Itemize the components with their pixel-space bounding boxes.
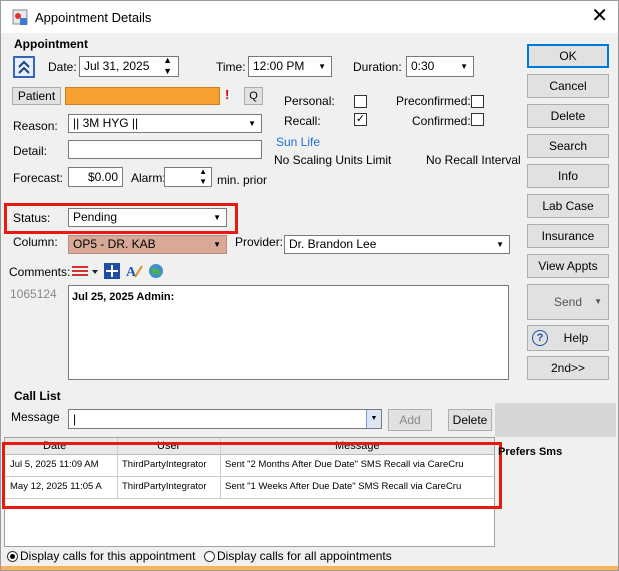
help-label: Help [563,331,589,345]
q-button[interactable]: Q [244,87,263,105]
message-dropdown[interactable]: | ▼ [68,409,382,429]
appointment-details-window: Appointment Details ✕ Appointment Date: … [0,0,619,571]
double-chevron-up-icon [18,60,30,74]
provider-label: Provider: [235,235,284,249]
time-value: 12:00 PM [253,59,305,73]
chevron-down-icon: ▼ [318,62,326,71]
prefers-sms-label: Prefers Sms [498,446,563,458]
call-list-highlight-box [2,442,502,509]
chevron-down-icon: ▼ [496,240,504,249]
duration-value: 0:30 [411,59,435,73]
confirmed-label: Confirmed: [412,114,471,128]
duration-label: Duration: [353,60,402,74]
preconfirmed-checkbox[interactable] [471,95,484,108]
background-strip [1,566,618,570]
radio-this-appointment[interactable] [7,551,18,562]
chevron-down-icon[interactable]: ▼ [366,410,381,428]
delete-button[interactable]: Delete [527,104,609,128]
send-button[interactable]: Send ▼ [527,284,609,320]
date-value: Jul 31, 2025 [84,59,150,73]
chevron-down-icon: ▼ [248,119,256,128]
spellcheck-icon[interactable] [71,264,101,280]
radio-this-label: Display calls for this appointment [20,549,196,563]
alarm-label: Alarm: [131,171,166,185]
second-button[interactable]: 2nd>> [527,356,609,380]
time-dropdown[interactable]: 12:00 PM ▼ [248,56,332,77]
call-list-title: Call List [14,389,61,403]
record-id: 1065124 [10,287,57,301]
grid-plus-icon[interactable] [104,263,120,279]
chevron-down-icon: ▼ [594,297,602,306]
view-appts-button[interactable]: View Appts [527,254,609,278]
provider-value: Dr. Brandon Lee [289,237,377,251]
recall-checkbox[interactable]: ✓ [354,113,367,126]
min-prior-label: min. prior [217,173,268,187]
chevron-down-icon: ▼ [213,240,221,249]
message-value: | [73,412,77,426]
window-title: Appointment Details [35,10,152,25]
reason-dropdown[interactable]: || 3M HYG || ▼ [68,114,262,133]
app-icon [12,9,28,25]
time-label: Time: [216,60,246,74]
radio-all-label: Display calls for all appointments [217,549,392,563]
comments-textarea[interactable]: Jul 25, 2025 Admin: [68,285,509,380]
status-highlight-box [4,203,238,234]
detail-label: Detail: [13,144,48,158]
title-bar: Appointment Details ✕ [1,1,618,33]
personal-checkbox[interactable] [354,95,367,108]
confirmed-checkbox[interactable] [471,113,484,126]
add-button[interactable]: Add [388,409,432,431]
no-scaling-text: No Scaling Units Limit [274,153,392,167]
alert-icon: ! [225,87,230,102]
recall-label: Recall: [284,114,321,128]
send-label: Send [553,295,583,309]
collapse-button[interactable] [13,56,35,78]
close-icon[interactable]: ✕ [591,5,608,27]
text-format-icon[interactable]: A [125,263,143,279]
personal-label: Personal: [284,94,335,108]
column-value: OP5 - DR. KAB [73,237,156,251]
patient-name-bar[interactable] [65,87,220,105]
insurance-link[interactable]: Sun Life [276,135,320,149]
help-button[interactable]: ? Help [527,325,609,351]
reason-label: Reason: [13,119,58,133]
preconfirmed-label: Preconfirmed: [396,94,471,108]
duration-dropdown[interactable]: 0:30 ▼ [406,56,474,77]
section-appointment: Appointment [14,37,88,51]
chevron-down-icon: ▼ [460,62,468,71]
spinner-icon[interactable]: ▲ ▼ [199,168,207,186]
comments-label: Comments: [9,265,71,279]
search-button[interactable]: Search [527,134,609,158]
forecast-label: Forecast: [13,171,64,185]
globe-icon[interactable] [148,263,164,279]
side-panel [495,403,616,437]
detail-input[interactable] [68,140,262,159]
no-recall-text: No Recall Interval [426,153,521,167]
ok-button[interactable]: OK [527,44,609,68]
radio-all-appointments[interactable] [204,551,215,562]
reason-value: || 3M HYG || [73,116,139,130]
help-icon: ? [532,330,548,346]
message-label: Message [11,410,60,424]
lab-case-button[interactable]: Lab Case [527,194,609,218]
date-field[interactable]: Jul 31, 2025 ▲ ▼ [79,56,179,77]
column-label: Column: [13,235,58,249]
call-delete-button[interactable]: Delete [448,409,492,431]
date-label: Date: [48,60,77,74]
provider-dropdown[interactable]: Dr. Brandon Lee ▼ [284,235,510,254]
alarm-input[interactable]: ▲ ▼ [164,167,212,187]
column-dropdown[interactable]: OP5 - DR. KAB ▼ [68,235,227,254]
insurance-button[interactable]: Insurance [527,224,609,248]
patient-button[interactable]: Patient [12,87,61,105]
cancel-button[interactable]: Cancel [527,74,609,98]
spinner-icon[interactable]: ▲ ▼ [163,57,172,76]
forecast-input[interactable]: $0.00 [68,167,123,187]
info-button[interactable]: Info [527,164,609,188]
